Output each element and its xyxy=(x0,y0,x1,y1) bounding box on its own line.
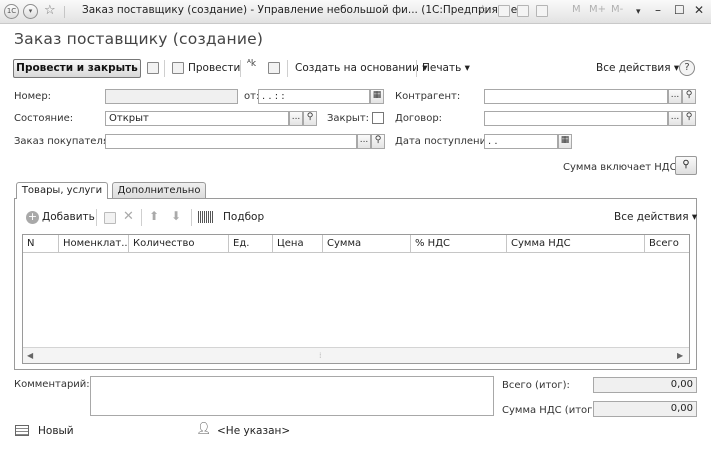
move-down-icon[interactable]: ⬇ xyxy=(171,209,181,223)
add-button[interactable]: Добавить xyxy=(42,211,95,223)
memory-mminus-button[interactable]: M- xyxy=(611,4,623,15)
total-label: Всего (итог): xyxy=(502,380,570,391)
horizontal-scrollbar[interactable]: ◀ ⁞ ▶ xyxy=(23,347,689,363)
receipt-date-label: Дата поступления: xyxy=(395,136,496,147)
close-icon[interactable]: ✕ xyxy=(694,3,704,17)
window-menu-icon[interactable]: ▾ xyxy=(23,4,38,19)
column-quantity[interactable]: Количество xyxy=(129,235,229,253)
calendar-icon[interactable] xyxy=(536,5,548,17)
copy-icon[interactable] xyxy=(104,212,116,224)
toolbar-separator xyxy=(287,60,288,77)
toolbar-separator xyxy=(141,209,142,226)
customer-order-field[interactable] xyxy=(105,134,357,149)
counterparty-field[interactable] xyxy=(484,89,668,104)
post-and-close-button[interactable]: Провести и закрыть xyxy=(13,59,141,78)
counterparty-open-icon[interactable]: ⚲ xyxy=(682,89,696,104)
total-field: 0,00 xyxy=(593,377,697,393)
post-icon[interactable] xyxy=(172,62,184,74)
all-actions-button[interactable]: Все действия ▾ xyxy=(596,62,679,74)
date-field[interactable]: . . : : xyxy=(258,89,370,104)
responsible-user: <Не указан> xyxy=(217,425,291,437)
vat-total-label: Сумма НДС (итог): xyxy=(502,405,600,416)
more-icon[interactable]: ▾ xyxy=(636,7,641,17)
toolbar-separator xyxy=(96,209,97,226)
table-header: N Номенклат... Количество Ед. Цена Сумма… xyxy=(23,235,689,253)
user-icon: 👤︎ xyxy=(196,421,212,435)
column-unit[interactable]: Ед. xyxy=(229,235,273,253)
print-button[interactable]: Печать ▾ xyxy=(422,62,470,74)
window-title-bar: 1С ▾ ☆ Заказ поставщику (создание) - Упр… xyxy=(0,0,711,24)
minimize-icon[interactable]: – xyxy=(655,3,661,17)
toolbar-separator xyxy=(240,60,241,77)
column-sum[interactable]: Сумма xyxy=(323,235,411,253)
counterparty-select-button[interactable]: ... xyxy=(668,89,682,104)
column-price[interactable]: Цена xyxy=(273,235,323,253)
number-label: Номер: xyxy=(14,91,52,102)
grid-all-actions-button[interactable]: Все действия ▾ xyxy=(614,211,697,223)
sum-includes-vat-button[interactable]: ⚲ xyxy=(675,156,697,175)
selection-button[interactable]: Подбор xyxy=(223,211,264,223)
favorite-star-icon[interactable]: ☆ xyxy=(44,3,56,18)
customer-order-label: Заказ покупателя: xyxy=(14,136,113,147)
move-up-icon[interactable]: ⬆ xyxy=(149,209,159,223)
window-title: Заказ поставщику (создание) - Управление… xyxy=(82,4,522,16)
contract-open-icon[interactable]: ⚲ xyxy=(682,111,696,126)
column-total[interactable]: Всего xyxy=(645,235,689,253)
document-status-icon xyxy=(15,425,29,436)
scroll-thumb[interactable]: ⁞ xyxy=(319,351,322,360)
goods-table[interactable]: N Номенклат... Количество Ед. Цена Сумма… xyxy=(22,234,690,364)
tab-additional[interactable]: Дополнительно xyxy=(112,182,206,198)
app-logo-icon[interactable]: 1С xyxy=(4,4,19,19)
state-field[interactable]: Открыт xyxy=(105,111,289,126)
receipt-date-calendar-icon[interactable]: ▦ xyxy=(558,134,572,149)
customer-order-open-icon[interactable]: ⚲ xyxy=(371,134,385,149)
sum-includes-vat-label: Сумма включает НДС xyxy=(563,162,677,173)
spell-check-icon[interactable]: ᴬk xyxy=(247,59,256,69)
scroll-left-icon[interactable]: ◀ xyxy=(27,351,33,360)
form-title: Заказ поставщику (создание) xyxy=(14,30,264,48)
create-based-on-button[interactable]: Создать на основании ▾ xyxy=(295,62,428,74)
comment-label: Комментарий: xyxy=(14,379,90,390)
closed-checkbox[interactable] xyxy=(372,112,384,124)
date-calendar-icon[interactable]: ▦ xyxy=(370,89,384,104)
barcode-icon[interactable] xyxy=(198,211,213,223)
maximize-icon[interactable]: ☐ xyxy=(674,3,685,17)
memory-mplus-button[interactable]: M+ xyxy=(589,4,606,15)
document-icon[interactable] xyxy=(268,62,280,74)
post-button[interactable]: Провести xyxy=(188,62,240,74)
tab-goods-services[interactable]: Товары, услуги xyxy=(16,182,108,199)
contract-select-button[interactable]: ... xyxy=(668,111,682,126)
help-icon[interactable]: ? xyxy=(679,60,695,76)
toolbar-separator xyxy=(164,60,165,77)
state-label: Состояние: xyxy=(14,113,74,124)
delete-icon[interactable]: ✕ xyxy=(123,209,134,224)
customer-order-select-button[interactable]: ... xyxy=(357,134,371,149)
counterparty-label: Контрагент: xyxy=(395,91,461,102)
memory-m-button[interactable]: M xyxy=(572,4,581,15)
document-state: Новый xyxy=(38,425,74,437)
number-field[interactable] xyxy=(105,89,238,104)
column-vat-sum[interactable]: Сумма НДС xyxy=(507,235,645,253)
column-n[interactable]: N xyxy=(23,235,59,253)
toolbar-separator xyxy=(416,60,417,77)
add-icon[interactable]: + xyxy=(26,211,39,224)
column-vat-rate[interactable]: % НДС xyxy=(411,235,507,253)
state-open-icon[interactable]: ⚲ xyxy=(303,111,317,126)
save-icon[interactable] xyxy=(147,62,159,74)
closed-label: Закрыт: xyxy=(327,113,370,124)
scroll-right-icon[interactable]: ▶ xyxy=(677,351,683,360)
favorite-star-icon-2[interactable]: ☆ xyxy=(477,3,489,18)
toolbar-separator xyxy=(191,209,192,226)
contract-field[interactable] xyxy=(484,111,668,126)
state-select-button[interactable]: ... xyxy=(289,111,303,126)
column-nomenclature[interactable]: Номенклат... xyxy=(59,235,129,253)
comment-field[interactable] xyxy=(90,376,494,416)
contract-label: Договор: xyxy=(395,113,443,124)
link-icon[interactable] xyxy=(498,5,510,17)
calculator-icon[interactable] xyxy=(517,5,529,17)
title-divider xyxy=(64,6,65,18)
vat-total-field: 0,00 xyxy=(593,401,697,417)
receipt-date-field[interactable]: . . xyxy=(484,134,558,149)
